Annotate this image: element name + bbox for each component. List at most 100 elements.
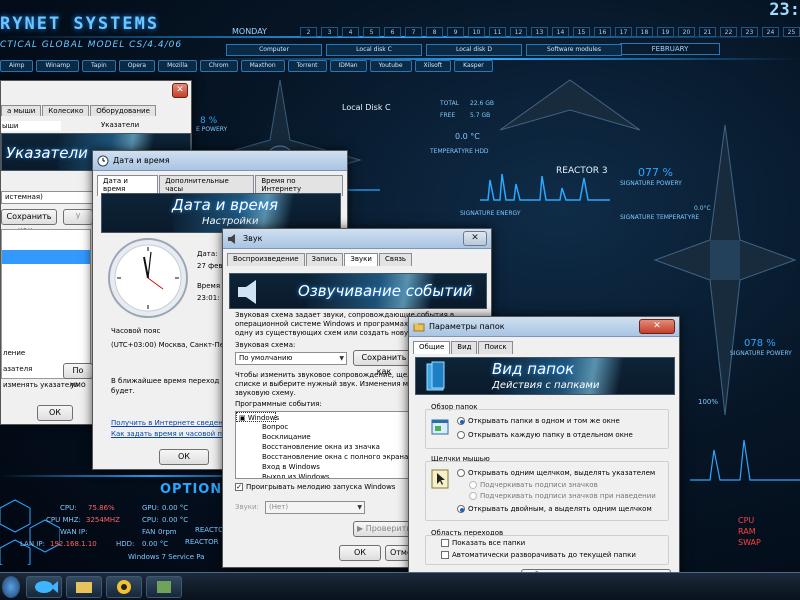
calendar-day-23[interactable]: 25 xyxy=(783,27,800,37)
calendar-day-7[interactable]: 9 xyxy=(447,27,464,37)
calendar-day-20[interactable]: 22 xyxy=(720,27,737,37)
calendar-day-8[interactable]: 10 xyxy=(468,27,485,37)
mouse-default-button[interactable]: По умо xyxy=(63,363,93,389)
folder-tab-0[interactable]: Общие xyxy=(413,341,451,354)
sound-sounds-select[interactable]: (Нет) xyxy=(265,501,365,514)
calendar-day-1[interactable]: 3 xyxy=(321,27,338,37)
mouse-ok-button[interactable]: ОК xyxy=(37,405,73,421)
sound-event-item[interactable]: Восстановление окна с полного экрана xyxy=(236,452,414,462)
drive-shortcut-0[interactable]: Computer xyxy=(226,44,322,56)
mouse-delete-button[interactable]: У xyxy=(63,209,93,225)
launcher-5[interactable]: Chrom xyxy=(199,60,238,72)
calendar-day-2[interactable]: 4 xyxy=(342,27,359,37)
folder-titlebar[interactable]: Параметры папок ✕ xyxy=(409,317,679,337)
launcher-11[interactable]: Kasper xyxy=(454,60,493,72)
sound-event-item[interactable]: ▣ Windows xyxy=(236,412,279,422)
calendar-day-21[interactable]: 23 xyxy=(741,27,758,37)
folder-options-window[interactable]: Параметры папок ✕ Общие Вид Поиск Вид папо… xyxy=(408,316,680,581)
sound-events-list[interactable]: ▣ Windows Вопрос Восклицание Восстановление… xyxy=(235,411,415,479)
launcher-9[interactable]: Youtube xyxy=(369,60,412,72)
calendar-day-22[interactable]: 24 xyxy=(762,27,779,37)
folder-nav-opt2[interactable]: Автоматически разворачивать до текущей п… xyxy=(441,551,636,559)
datetime-ok-button[interactable]: ОК xyxy=(159,449,209,465)
sound-tab-0[interactable]: Воспроизведение xyxy=(227,253,305,266)
sound-tab-3[interactable]: Связь xyxy=(378,253,413,266)
calendar-day-0[interactable]: 2 xyxy=(300,27,317,37)
play-startup-checkbox[interactable]: ✓ xyxy=(235,483,243,491)
sound-event-item[interactable]: Выход из Windows xyxy=(236,472,414,478)
launcher-10[interactable]: Xilsoft xyxy=(414,60,452,72)
click-sub2-radio[interactable] xyxy=(469,492,477,500)
mouse-tab-0[interactable]: а мыши xyxy=(1,105,42,116)
sound-tab-2[interactable]: Звуки xyxy=(344,253,378,266)
mouse-tab-2[interactable]: Оборудование xyxy=(90,105,156,116)
click-opt1-radio[interactable] xyxy=(457,469,465,477)
sound-play-startup[interactable]: ✓ Проигрывать мелодию запуска Windows xyxy=(235,483,395,491)
launcher-1[interactable]: Winamp xyxy=(36,60,80,72)
sound-titlebar[interactable]: Звук ✕ xyxy=(223,229,491,249)
calendar-day-14[interactable]: 16 xyxy=(594,27,611,37)
calendar-day-15[interactable]: 17 xyxy=(615,27,632,37)
taskbar-app-1[interactable] xyxy=(26,576,62,598)
datetime-link-2[interactable]: Как задать время и часовой п xyxy=(111,430,222,438)
folder-tab-1[interactable]: Вид xyxy=(451,341,478,354)
mouse-scheme-select[interactable]: истемная) xyxy=(1,191,101,204)
sound-ok-button[interactable]: ОК xyxy=(339,545,381,561)
mouse-cursor-selected[interactable] xyxy=(2,250,90,264)
browse-opt1-radio[interactable] xyxy=(457,417,465,425)
sound-test-button[interactable]: ▶ Проверить xyxy=(353,521,415,537)
taskbar-app-4[interactable] xyxy=(146,576,182,598)
sound-scheme-select[interactable]: По умолчанию xyxy=(235,352,347,365)
calendar-day-4[interactable]: 6 xyxy=(384,27,401,37)
browse-opt2-radio[interactable] xyxy=(457,431,465,439)
launcher-0[interactable]: Aimp xyxy=(0,60,34,72)
drive-shortcut-2[interactable]: Local disk D xyxy=(426,44,522,56)
sound-close-button[interactable]: ✕ xyxy=(463,231,487,246)
calendar-day-16[interactable]: 18 xyxy=(636,27,653,37)
calendar-day-19[interactable]: 21 xyxy=(699,27,716,37)
folder-click-sub2[interactable]: Подчеркивать подписи значков при наведен… xyxy=(469,492,656,500)
folder-browse-opt1[interactable]: Открывать папки в одном и том же окне xyxy=(457,417,620,425)
calendar-day-11[interactable]: 13 xyxy=(531,27,548,37)
launcher-8[interactable]: IDMan xyxy=(329,60,367,72)
mouse-row1[interactable]: ыши xyxy=(1,121,61,131)
launcher-6[interactable]: Maxthon xyxy=(240,60,285,72)
calendar-day-10[interactable]: 12 xyxy=(510,27,527,37)
nav-opt1-checkbox[interactable] xyxy=(441,539,449,547)
launcher-2[interactable]: Tapin xyxy=(82,60,116,72)
calendar-day-5[interactable]: 7 xyxy=(405,27,422,37)
taskbar-app-2[interactable] xyxy=(66,576,102,598)
folder-nav-opt1[interactable]: Показать все папки xyxy=(441,539,525,547)
folder-click-opt2[interactable]: Открывать двойным, а выделять одним щелч… xyxy=(457,505,652,513)
sound-tab-1[interactable]: Запись xyxy=(305,253,344,266)
datetime-link-1[interactable]: Получить в Интернете сведени xyxy=(111,419,227,427)
launcher-4[interactable]: Mozilla xyxy=(158,60,197,72)
drive-shortcut-1[interactable]: Local disk C xyxy=(326,44,422,56)
start-button[interactable] xyxy=(2,576,20,598)
calendar-day-18[interactable]: 20 xyxy=(678,27,695,37)
calendar-day-3[interactable]: 5 xyxy=(363,27,380,37)
launcher-7[interactable]: Torrent xyxy=(287,60,327,72)
click-opt2-radio[interactable] xyxy=(457,505,465,513)
click-sub1-radio[interactable] xyxy=(469,481,477,489)
launcher-3[interactable]: Opera xyxy=(118,60,156,72)
datetime-titlebar[interactable]: Дата и время xyxy=(93,151,347,171)
mouse-close-button[interactable]: ✕ xyxy=(172,83,188,98)
mouse-save-as-button[interactable]: Сохранить как... xyxy=(1,209,57,235)
folder-close-button[interactable]: ✕ xyxy=(639,319,675,334)
taskbar-app-3[interactable] xyxy=(106,576,142,598)
sound-event-item[interactable]: Восстановление окна из значка xyxy=(236,442,414,452)
sound-event-item[interactable]: Восклицание xyxy=(236,432,414,442)
sound-event-item[interactable]: Вопрос xyxy=(236,422,414,432)
calendar-day-9[interactable]: 11 xyxy=(489,27,506,37)
folder-click-sub1[interactable]: Подчеркивать подписи значков xyxy=(469,481,598,489)
nav-opt2-checkbox[interactable] xyxy=(441,551,449,559)
sound-event-item[interactable]: Вход в Windows xyxy=(236,462,414,472)
drive-shortcut-3[interactable]: Software modules xyxy=(526,44,622,56)
calendar-day-12[interactable]: 14 xyxy=(552,27,569,37)
folder-browse-opt2[interactable]: Открывать каждую папку в отдельном окне xyxy=(457,431,633,439)
folder-tab-2[interactable]: Поиск xyxy=(478,341,513,354)
calendar-day-17[interactable]: 19 xyxy=(657,27,674,37)
calendar-day-13[interactable]: 15 xyxy=(573,27,590,37)
sound-save-as-button[interactable]: Сохранить как xyxy=(353,350,415,376)
